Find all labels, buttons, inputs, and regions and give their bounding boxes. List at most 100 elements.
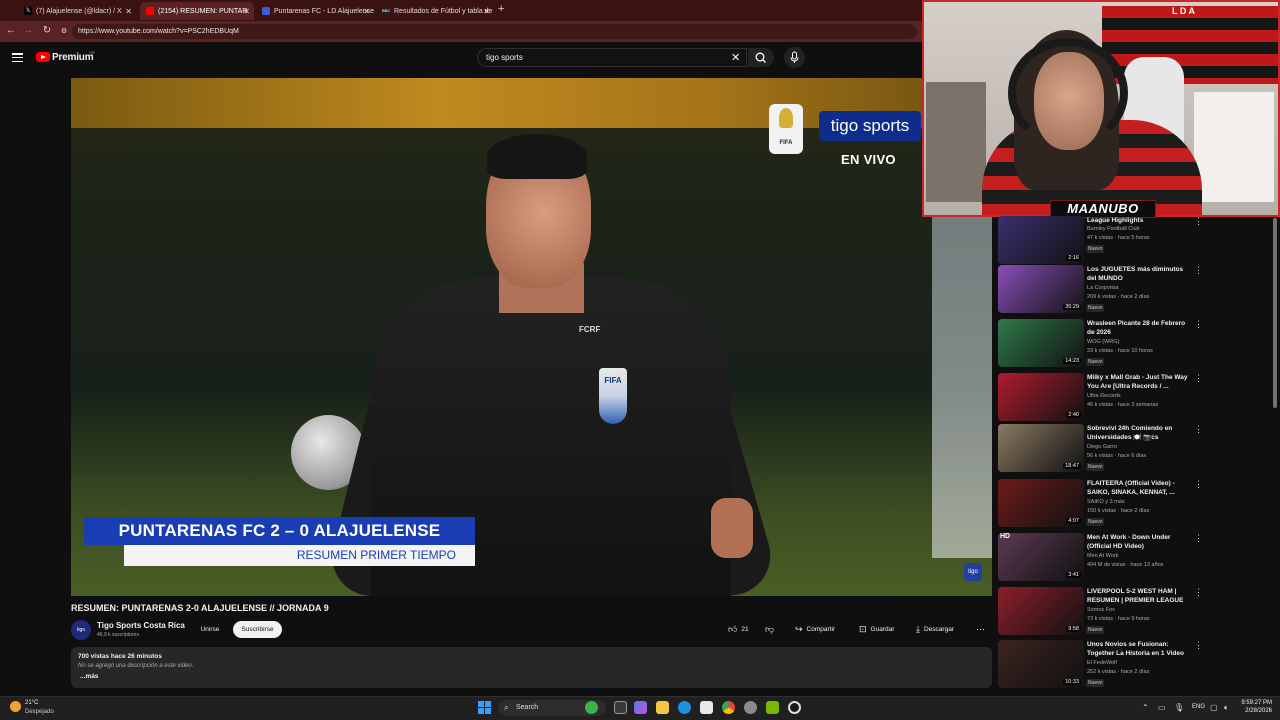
sidebar-video-item[interactable]: 10:33 Unos Novios se Fusionan: Together L… <box>998 640 1258 694</box>
clock-time[interactable]: 9:59:27 PM <box>1238 700 1272 706</box>
more-vertical-icon[interactable]: ⋮ <box>1194 216 1203 227</box>
more-vertical-icon[interactable]: ⋮ <box>1194 479 1203 490</box>
volume-icon[interactable]: 🔈︎ <box>1224 703 1229 713</box>
video-thumbnail[interactable]: 9:58 <box>998 587 1084 635</box>
video-thumbnail[interactable]: 2:16 <box>998 216 1084 264</box>
youtube-brand[interactable]: Premium <box>52 52 94 63</box>
video-title[interactable]: Men At Work - Down Under (Official HD Vi… <box>1087 533 1190 551</box>
channel-name[interactable]: Diego Garro <box>1087 444 1117 450</box>
join-button[interactable]: Unirse <box>196 621 224 638</box>
more-vertical-icon[interactable]: ⋮ <box>1194 373 1203 384</box>
nvidia-icon[interactable] <box>766 701 779 714</box>
video-thumbnail[interactable]: 4:07 <box>998 479 1084 527</box>
video-title[interactable]: Milky x Mall Grab - Just The Way You Are… <box>1087 373 1190 391</box>
sidebar-video-item[interactable]: 9:58 LIVERPOOL 5-2 WEST HAM | RESUMEN | P… <box>998 587 1258 641</box>
video-thumbnail[interactable]: 2:40 <box>998 373 1084 421</box>
sidebar-video-item[interactable]: 2:16 League Highlights Burnley Football Cl… <box>998 216 1258 270</box>
forward-icon[interactable]: → <box>21 25 35 36</box>
video-thumbnail[interactable]: 35:29 <box>998 265 1084 313</box>
chrome-icon[interactable] <box>722 701 735 714</box>
sidebar-video-item[interactable]: 4:07 FLAITEERA (Official Video) - SAIKO, … <box>998 479 1258 533</box>
task-view-icon[interactable] <box>614 701 627 714</box>
channel-name[interactable]: Men At Work <box>1087 553 1118 559</box>
more-vertical-icon[interactable]: ⋮ <box>1194 587 1203 598</box>
tab-x[interactable]: 𝕏 (7) Alajuelense (@ldacr) / X ✕ <box>18 2 136 20</box>
video-player[interactable]: FCRF FIFA FIFA tigo sports EN VIVO PUNTA… <box>71 78 992 596</box>
share-button[interactable]: ↪ Compartir <box>795 621 835 638</box>
save-button[interactable]: ⊡ Guardar <box>859 621 894 638</box>
video-title[interactable]: Sobreviví 24h Comiendo en Universidades … <box>1087 424 1190 442</box>
copilot-icon[interactable] <box>634 701 647 714</box>
clear-search-icon[interactable]: ✕ <box>731 51 740 64</box>
sidebar-video-item[interactable]: 3:41 Men At Work - Down Under (Official H… <box>998 533 1258 587</box>
youtube-logo-icon[interactable] <box>36 52 50 62</box>
app-icon[interactable] <box>585 701 598 714</box>
back-icon[interactable]: ← <box>4 25 18 36</box>
start-button[interactable] <box>478 701 491 714</box>
close-icon[interactable]: ✕ <box>363 7 370 16</box>
subscribe-button[interactable]: Suscribirse <box>233 621 282 638</box>
search-button[interactable] <box>748 48 774 67</box>
sidebar-video-item[interactable]: 35:29 Los JUGUETES más diminutos del MUND… <box>998 265 1258 319</box>
video-title[interactable]: Wrasleen Picante 28 de Febrero de 2026 <box>1087 319 1190 337</box>
channel-name[interactable]: Ultra Records <box>1087 393 1121 399</box>
more-vertical-icon[interactable]: ⋮ <box>1194 640 1203 651</box>
clock-date[interactable]: 2/28/2026 <box>1238 708 1272 714</box>
url-input[interactable]: https://www.youtube.com/watch?v=PSC2hEDB… <box>72 24 917 39</box>
site-info-icon[interactable]: ⚙ <box>57 27 71 35</box>
channel-name[interactable]: La Corporisa <box>1087 285 1119 291</box>
close-icon[interactable]: ✕ <box>243 7 250 16</box>
more-actions-button[interactable]: ⋯ <box>976 621 989 638</box>
video-title[interactable]: Los JUGUETES más diminutos del MUNDO <box>1087 265 1190 283</box>
obs-icon[interactable] <box>788 701 801 714</box>
close-icon[interactable]: ✕ <box>483 7 490 16</box>
sidebar-video-item[interactable]: 18:47 Sobreviví 24h Comiendo en Universid… <box>998 424 1258 478</box>
search-input[interactable]: tigo sports <box>477 48 747 67</box>
store-icon[interactable] <box>700 701 713 714</box>
video-title[interactable]: League Highlights <box>1087 216 1190 225</box>
channel-name[interactable]: SAIKO y 3 más <box>1087 499 1125 505</box>
more-vertical-icon[interactable]: ⋮ <box>1194 265 1203 276</box>
video-title[interactable]: FLAITEERA (Official Video) - SAIKO, SINA… <box>1087 479 1190 497</box>
more-vertical-icon[interactable]: ⋮ <box>1194 533 1203 544</box>
like-button[interactable]: 👍︎ 21 <box>728 621 749 638</box>
menu-icon[interactable] <box>12 53 23 63</box>
video-thumbnail[interactable]: 18:47 <box>998 424 1084 472</box>
video-thumbnail[interactable]: 14:23 <box>998 319 1084 367</box>
sidebar-video-item[interactable]: 2:40 Milky x Mall Grab - Just The Way You… <box>998 373 1258 427</box>
reload-icon[interactable]: ↻ <box>40 25 54 36</box>
file-explorer-icon[interactable] <box>656 701 669 714</box>
show-more-link[interactable]: ...más <box>80 673 98 680</box>
video-title[interactable]: Unos Novios se Fusionan: Together La His… <box>1087 640 1190 658</box>
more-vertical-icon[interactable]: ⋮ <box>1194 319 1203 330</box>
settings-icon[interactable] <box>744 701 757 714</box>
edge-icon[interactable] <box>678 701 691 714</box>
description-box[interactable] <box>71 647 992 688</box>
sidebar-video-item[interactable]: 14:23 Wrasleen Picante 28 de Febrero de 2… <box>998 319 1258 373</box>
more-vertical-icon[interactable]: ⋮ <box>1194 424 1203 435</box>
channel-name[interactable]: Burnley Football Club <box>1087 226 1140 232</box>
network-icon[interactable]: ▭ <box>1158 703 1166 712</box>
voice-search-button[interactable] <box>784 47 805 68</box>
new-tab-button[interactable]: + <box>498 3 504 15</box>
language-indicator[interactable]: ENG <box>1192 704 1205 710</box>
video-title[interactable]: LIVERPOOL 5-2 WEST HAM | RESUMEN | PREMI… <box>1087 587 1190 606</box>
video-thumbnail[interactable]: 3:41 <box>998 533 1084 581</box>
chevron-up-icon[interactable]: ⌃ <box>1142 703 1149 712</box>
channel-name[interactable]: El FedeWolf <box>1087 660 1117 666</box>
tab-youtube[interactable]: (2154) RESUMEN: PUNTAR ✕ <box>140 2 254 20</box>
channel-name[interactable]: Tigo Sports Costa Rica <box>97 621 185 630</box>
download-button[interactable]: ⤓ Descargar <box>916 621 954 638</box>
display-icon[interactable]: ▢ <box>1210 703 1218 712</box>
scrollbar[interactable] <box>1273 218 1277 408</box>
microphone-icon[interactable]: 🎙︎ <box>1174 703 1184 712</box>
channel-name[interactable]: WOG (WRG) <box>1087 339 1119 345</box>
close-icon[interactable]: ✕ <box>125 7 132 16</box>
tab-bbc[interactable]: BBC Resultados de Fútbol y tabla de ✕ <box>376 2 494 20</box>
tab-sofascore[interactable]: Puntarenas FC - LD Alajuelense ✕ <box>256 2 374 20</box>
channel-avatar[interactable]: tigo <box>71 620 91 640</box>
video-thumbnail[interactable]: 10:33 <box>998 640 1084 688</box>
dislike-button[interactable]: 👎︎ <box>765 621 778 638</box>
channel-name[interactable]: Somos Fox <box>1087 607 1115 613</box>
weather-icon[interactable] <box>10 701 21 712</box>
